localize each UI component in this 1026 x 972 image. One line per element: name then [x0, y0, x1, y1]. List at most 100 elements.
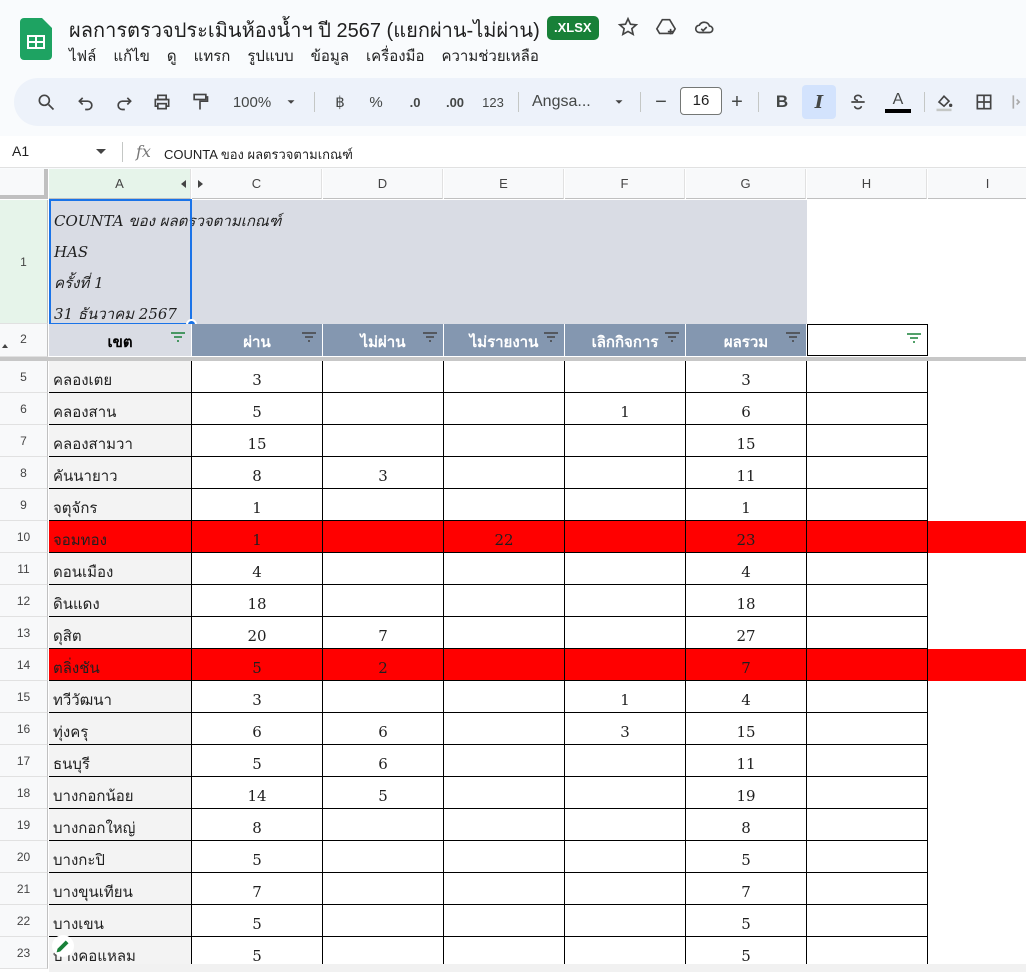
strikethrough-icon[interactable] [846, 88, 870, 116]
expand-right-icon[interactable] [198, 180, 203, 188]
cell-pass[interactable]: 14 [192, 777, 323, 809]
decrease-font-size-button[interactable]: − [652, 88, 670, 116]
bold-button[interactable]: B [770, 88, 794, 116]
cell-empty[interactable] [807, 681, 928, 713]
cell-district[interactable]: คลองสาน [49, 393, 192, 425]
cell-pass[interactable]: 8 [192, 457, 323, 489]
row-header-8[interactable]: 8 [0, 457, 48, 489]
row-header-22[interactable]: 22 [0, 905, 48, 937]
row-header-18[interactable]: 18 [0, 777, 48, 809]
paint-format-icon[interactable] [188, 88, 212, 116]
print-icon[interactable] [150, 88, 174, 116]
cell-pass[interactable]: 18 [192, 585, 323, 617]
column-header-h[interactable]: H [807, 169, 927, 199]
edit-pencil-icon[interactable] [52, 935, 74, 957]
cell-total[interactable]: 15 [686, 713, 807, 745]
column-header-g[interactable]: G [686, 169, 806, 199]
cell-closed[interactable] [565, 809, 686, 841]
menu-data[interactable]: ข้อมูล [311, 44, 349, 68]
cell-closed[interactable] [565, 489, 686, 521]
undo-icon[interactable] [74, 88, 98, 116]
column-header-a[interactable]: A [49, 169, 191, 199]
cell-district[interactable]: ทุ่งครุ [49, 713, 192, 745]
cell-pass[interactable]: 15 [192, 425, 323, 457]
cell-pass[interactable]: 8 [192, 809, 323, 841]
cell-empty[interactable] [807, 777, 928, 809]
cell-closed[interactable] [565, 585, 686, 617]
cell-closed[interactable] [565, 521, 686, 553]
cell-noreport[interactable] [444, 745, 565, 777]
star-icon[interactable] [617, 16, 639, 38]
header-pass[interactable]: ผ่าน [192, 324, 323, 356]
filter-icon[interactable] [302, 332, 316, 342]
cell-empty[interactable] [807, 585, 928, 617]
cell-noreport[interactable] [444, 361, 565, 393]
row-header-5[interactable]: 5 [0, 361, 48, 393]
menu-edit[interactable]: แก้ไข [113, 44, 150, 68]
cell-total[interactable]: 18 [686, 585, 807, 617]
cell-fail[interactable]: 7 [323, 617, 444, 649]
header-closed[interactable]: เลิกกิจการ [565, 324, 686, 356]
row-header-14[interactable]: 14 [0, 649, 48, 681]
cell-total[interactable]: 15 [686, 425, 807, 457]
cell-total[interactable]: 3 [686, 361, 807, 393]
cell-pass[interactable]: 1 [192, 489, 323, 521]
header-district[interactable]: เขต [49, 324, 192, 356]
cell-district[interactable]: บางกะปิ [49, 841, 192, 873]
cell-district[interactable]: ธนบุรี [49, 745, 192, 777]
cell-noreport[interactable] [444, 585, 565, 617]
row-header-21[interactable]: 21 [0, 873, 48, 905]
document-title[interactable]: ผลการตรวจประเมินห้องน้ำฯ ปี 2567 (แยกผ่า… [69, 14, 540, 46]
italic-button[interactable]: I [802, 85, 836, 119]
row-header-2[interactable]: 2 [0, 324, 48, 357]
row-header-12[interactable]: 12 [0, 585, 48, 617]
cell-pass[interactable]: 1 [192, 521, 323, 553]
row-header-15[interactable]: 15 [0, 681, 48, 713]
cell-closed[interactable] [565, 361, 686, 393]
cell-pass[interactable]: 5 [192, 393, 323, 425]
menu-file[interactable]: ไฟล์ [69, 44, 96, 68]
row-header-10[interactable]: 10 [0, 521, 48, 553]
row-header-19[interactable]: 19 [0, 809, 48, 841]
cell-district[interactable]: บางเขน [49, 905, 192, 937]
cell-noreport[interactable] [444, 617, 565, 649]
cell-closed[interactable] [565, 777, 686, 809]
cell-empty[interactable] [807, 361, 928, 393]
cell-district[interactable]: ดินแดง [49, 585, 192, 617]
menu-insert[interactable]: แทรก [194, 44, 231, 68]
font-dropdown-icon[interactable] [612, 88, 626, 116]
row-header-20[interactable]: 20 [0, 841, 48, 873]
cell-noreport[interactable] [444, 681, 565, 713]
increase-decimal-button[interactable]: .00 [438, 88, 472, 116]
cell-pass[interactable]: 7 [192, 873, 323, 905]
row-header-9[interactable]: 9 [0, 489, 48, 521]
cell-total[interactable]: 19 [686, 777, 807, 809]
increase-font-size-button[interactable]: + [728, 88, 746, 116]
text-color-button[interactable]: A [884, 88, 912, 116]
cell-total[interactable]: 5 [686, 905, 807, 937]
cell-empty[interactable] [807, 713, 928, 745]
cell-empty[interactable] [807, 649, 928, 681]
header-fail[interactable]: ไม่ผ่าน [323, 324, 444, 356]
cell-closed[interactable] [565, 553, 686, 585]
filter-icon[interactable] [544, 332, 558, 342]
cell-empty[interactable] [807, 841, 928, 873]
cell-empty[interactable] [807, 521, 928, 553]
move-to-drive-icon[interactable] [655, 16, 677, 38]
cell-empty[interactable] [807, 489, 928, 521]
select-all-corner[interactable] [0, 169, 48, 199]
menu-format[interactable]: รูปแบบ [247, 44, 293, 68]
cell-closed[interactable] [565, 457, 686, 489]
cell-fail[interactable]: 6 [323, 713, 444, 745]
cell-pass[interactable]: 5 [192, 649, 323, 681]
cell-pass[interactable]: 3 [192, 681, 323, 713]
cell-total[interactable]: 5 [686, 841, 807, 873]
cell-empty[interactable] [807, 425, 928, 457]
font-select[interactable]: Angsa... [532, 88, 598, 116]
cell-closed[interactable] [565, 425, 686, 457]
cell-district[interactable]: ดุสิต [49, 617, 192, 649]
cell-district[interactable]: บางกอกน้อย [49, 777, 192, 809]
cell-closed[interactable] [565, 617, 686, 649]
cell-noreport[interactable] [444, 553, 565, 585]
zoom-select[interactable]: 100% [228, 88, 276, 116]
